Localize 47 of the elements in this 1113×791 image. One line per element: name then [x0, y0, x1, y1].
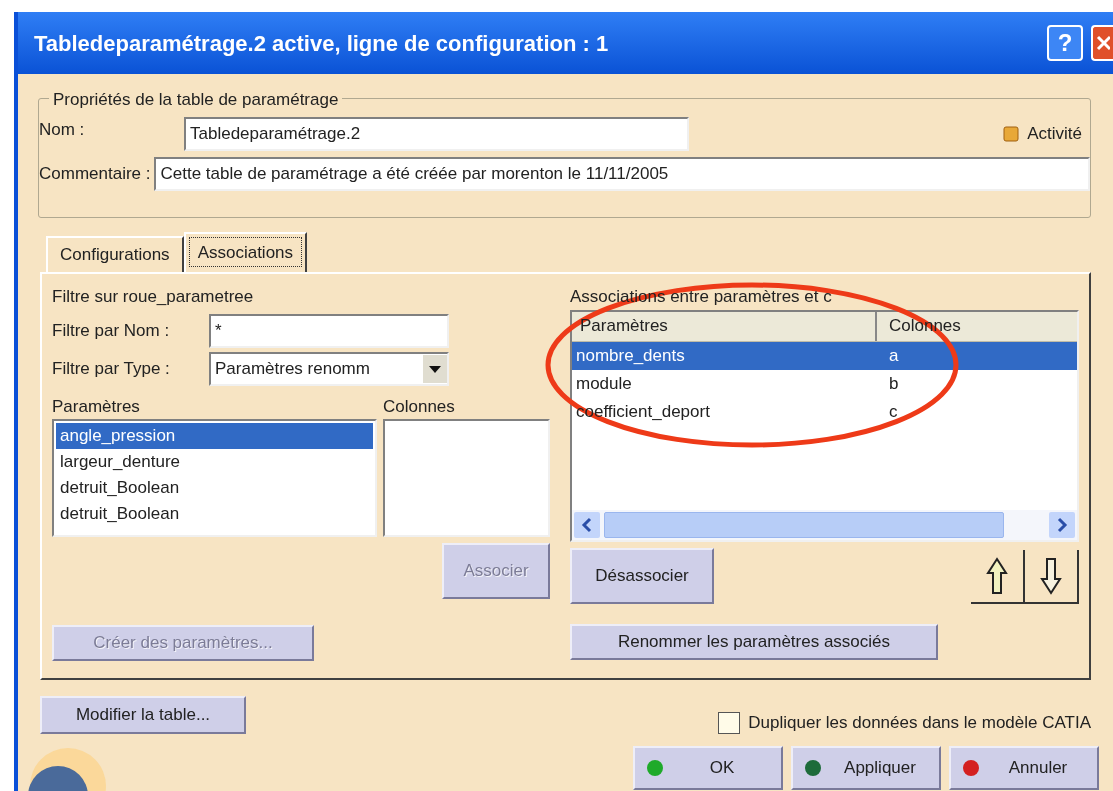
field-label: Nom : — [39, 119, 86, 141]
table-cell-text: nombre_dents — [575, 344, 686, 367]
down-arrow-icon — [1040, 556, 1062, 595]
table-cell-text: module — [575, 372, 633, 395]
list-item[interactable]: angle_pression — [56, 423, 373, 449]
button[interactable]: Renommer les paramètres associés — [570, 623, 938, 660]
type-dropdown[interactable]: Paramètres renomm — [209, 351, 449, 386]
tab[interactable]: Associations — [183, 232, 308, 272]
list-item[interactable]: detruit_Boolean — [56, 475, 373, 501]
close-button[interactable] — [1091, 25, 1113, 61]
table-cell-text: a — [888, 344, 900, 367]
tab[interactable]: Configurations — [46, 236, 184, 272]
dialog-button[interactable]: Annuler — [949, 745, 1099, 790]
move-up-button[interactable] — [971, 549, 1025, 604]
list-header: Colonnes — [383, 395, 456, 418]
scroll-right-icon — [1049, 511, 1075, 538]
field-label: Filtre par Type : — [52, 357, 171, 380]
table-cell-text: c — [888, 400, 899, 423]
list-item[interactable]: largeur_denture — [56, 449, 373, 475]
field-label: Filtre par Nom : — [52, 319, 171, 342]
checkbox[interactable] — [718, 711, 741, 734]
field-label: Commentaire : — [39, 163, 152, 186]
table-cell-text: b — [888, 372, 900, 395]
scroll-thumb[interactable] — [604, 511, 1004, 538]
column-header[interactable]: Paramètres — [572, 311, 877, 341]
list-item[interactable]: detruit_Boolean — [56, 501, 373, 527]
section-title: Filtre sur roue_parametree — [52, 286, 255, 308]
list-header: Paramètres — [52, 395, 141, 418]
horizontal-scrollbar[interactable] — [572, 509, 1077, 540]
status-square-icon — [1003, 126, 1020, 142]
activity-label: Activité — [1027, 123, 1082, 146]
scroll-left-icon — [574, 511, 600, 538]
dialog-button[interactable]: OK — [633, 745, 783, 790]
window-title: Tabledeparamétrage.2 active, ligne de configuration : 1 — [34, 29, 610, 58]
dialog-button[interactable]: Appliquer — [791, 745, 941, 790]
close-icon — [1096, 33, 1110, 53]
up-arrow-icon — [986, 556, 1008, 595]
button[interactable]: Modifier la table... — [40, 696, 246, 734]
comment-field[interactable]: Cette table de paramétrage a été créée par morenton le 11/11/2005 — [154, 157, 1090, 191]
checkbox-label: Dupliquer les données dans le modèle CATIA — [748, 712, 1091, 734]
table-row[interactable]: module b — [572, 369, 1077, 398]
move-down-button[interactable] — [1025, 549, 1079, 604]
button[interactable]: Désassocier — [570, 547, 714, 604]
name-field[interactable]: Tabledeparamétrage.2 — [184, 117, 689, 151]
name-filter-field[interactable]: * — [209, 313, 449, 348]
table-row[interactable]: nombre_dents a — [572, 341, 1077, 370]
help-button[interactable]: ? — [1047, 25, 1083, 61]
